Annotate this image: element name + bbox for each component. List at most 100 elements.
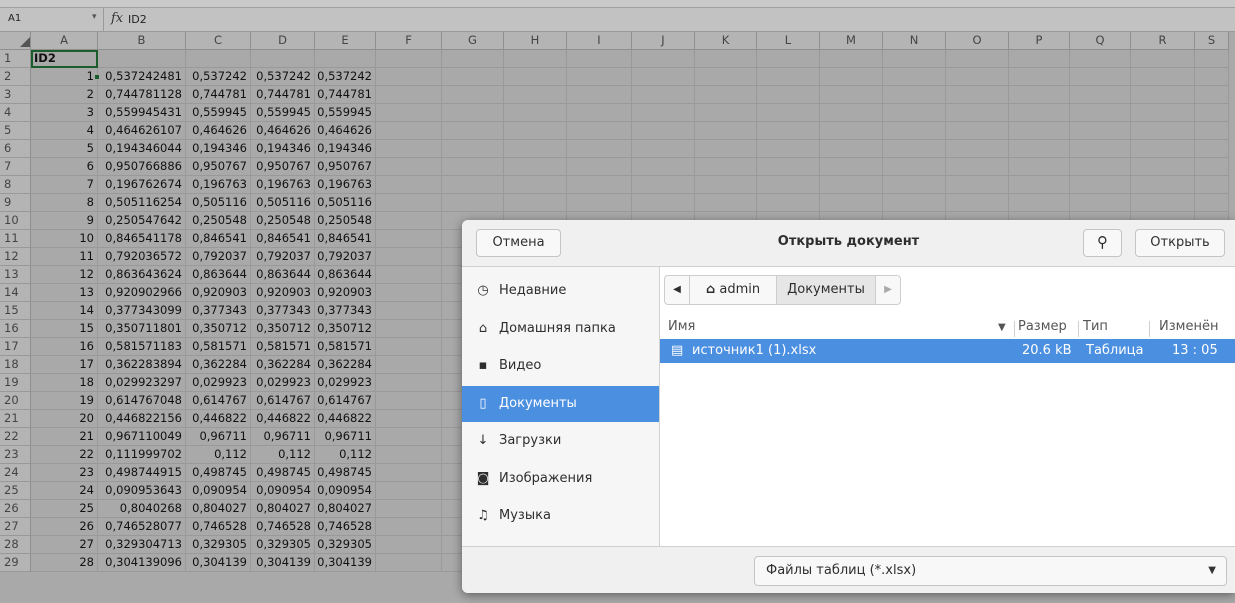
row-header[interactable]: 3 [0, 86, 31, 104]
cell[interactable] [376, 50, 442, 68]
cell-d[interactable]: 0,505116 [251, 194, 315, 212]
cell[interactable] [1131, 68, 1195, 86]
cell[interactable] [883, 68, 946, 86]
column-name[interactable]: Имя [668, 319, 695, 334]
cell[interactable] [376, 428, 442, 446]
cell-a[interactable]: 26 [31, 518, 98, 536]
cell[interactable] [1195, 140, 1229, 158]
cell[interactable] [442, 122, 504, 140]
cell[interactable] [1195, 50, 1229, 68]
cell[interactable] [820, 194, 883, 212]
cell[interactable] [946, 122, 1009, 140]
cell-b[interactable]: 0,8040268 [98, 500, 186, 518]
cell-a[interactable]: 24 [31, 482, 98, 500]
column-header-m[interactable]: M [820, 32, 883, 50]
row-header[interactable]: 19 [0, 374, 31, 392]
cell[interactable] [695, 68, 757, 86]
cell-d[interactable]: 0,614767 [251, 392, 315, 410]
cell[interactable] [376, 86, 442, 104]
column-header-h[interactable]: H [504, 32, 567, 50]
cell-c[interactable]: 0,112 [186, 446, 251, 464]
cell-c[interactable]: 0,350712 [186, 320, 251, 338]
cell-e[interactable]: 0,581571 [315, 338, 376, 356]
cell[interactable] [442, 140, 504, 158]
cell-b[interactable]: 0,792036572 [98, 248, 186, 266]
cell-d[interactable]: 0,029923 [251, 374, 315, 392]
cell-b[interactable]: 0,464626107 [98, 122, 186, 140]
cell-e[interactable]: 0,950767 [315, 158, 376, 176]
cell[interactable] [883, 104, 946, 122]
cell[interactable] [1009, 68, 1070, 86]
cell[interactable] [757, 50, 820, 68]
cell[interactable] [376, 356, 442, 374]
cell[interactable] [376, 464, 442, 482]
cell-d[interactable]: 0,537242 [251, 68, 315, 86]
cell-e[interactable]: 0,029923 [315, 374, 376, 392]
cell[interactable] [1195, 194, 1229, 212]
cell-d[interactable]: 0,194346 [251, 140, 315, 158]
cell[interactable] [946, 104, 1009, 122]
column-header-p[interactable]: P [1009, 32, 1070, 50]
cell-e[interactable]: 0,329305 [315, 536, 376, 554]
cell[interactable] [1070, 86, 1131, 104]
cell[interactable] [820, 122, 883, 140]
cell-d[interactable]: 0,950767 [251, 158, 315, 176]
cell-c[interactable]: 0,498745 [186, 464, 251, 482]
cell-e[interactable]: 0,792037 [315, 248, 376, 266]
cell-a[interactable]: 16 [31, 338, 98, 356]
cell-c[interactable]: 0,920903 [186, 284, 251, 302]
cell-b[interactable]: 0,194346044 [98, 140, 186, 158]
cell-e[interactable]: 0,505116 [315, 194, 376, 212]
cell[interactable] [820, 140, 883, 158]
cell[interactable] [1070, 176, 1131, 194]
cell-e[interactable]: 0,744781 [315, 86, 376, 104]
file-row[interactable]: ▤ источник1 (1).xlsx 20.6 kB Таблица 13 … [660, 339, 1235, 363]
cell-d[interactable]: 0,792037 [251, 248, 315, 266]
cell-c[interactable]: 0,304139 [186, 554, 251, 572]
row-header[interactable]: 20 [0, 392, 31, 410]
cell[interactable] [632, 50, 695, 68]
cell[interactable] [376, 392, 442, 410]
cell[interactable] [504, 140, 567, 158]
cell[interactable] [376, 104, 442, 122]
cell[interactable] [98, 50, 186, 68]
cell[interactable] [376, 266, 442, 284]
column-header-f[interactable]: F [376, 32, 442, 50]
cell-c[interactable]: 0,377343 [186, 302, 251, 320]
column-header-j[interactable]: J [632, 32, 695, 50]
cell-b[interactable]: 0,746528077 [98, 518, 186, 536]
column-header-s[interactable]: S [1195, 32, 1229, 50]
row-header[interactable]: 26 [0, 500, 31, 518]
column-header-o[interactable]: O [946, 32, 1009, 50]
search-button[interactable]: ⚲ [1083, 229, 1122, 257]
cell-b[interactable]: 0,559945431 [98, 104, 186, 122]
cell-e[interactable]: 0,464626 [315, 122, 376, 140]
cell[interactable] [1009, 86, 1070, 104]
row-header[interactable]: 5 [0, 122, 31, 140]
cell[interactable] [376, 68, 442, 86]
cell-e[interactable]: 0,863644 [315, 266, 376, 284]
cell[interactable] [695, 122, 757, 140]
cell[interactable] [695, 194, 757, 212]
cell[interactable] [820, 104, 883, 122]
cell-e[interactable]: 0,96711 [315, 428, 376, 446]
column-header-g[interactable]: G [442, 32, 504, 50]
name-box-dropdown-icon[interactable]: ▾ [92, 12, 97, 22]
row-header[interactable]: 9 [0, 194, 31, 212]
cell[interactable] [883, 122, 946, 140]
cell[interactable] [1009, 158, 1070, 176]
cell-d[interactable]: 0,250548 [251, 212, 315, 230]
cell-d[interactable]: 0,464626 [251, 122, 315, 140]
row-header[interactable]: 8 [0, 176, 31, 194]
cell-d[interactable]: 0,304139 [251, 554, 315, 572]
cell-b[interactable]: 0,350711801 [98, 320, 186, 338]
cell[interactable] [1070, 158, 1131, 176]
sidebar-item-5[interactable]: ◙ Изображения [462, 461, 659, 497]
column-header-q[interactable]: Q [1070, 32, 1131, 50]
cell[interactable] [1070, 140, 1131, 158]
cell-a[interactable]: 15 [31, 320, 98, 338]
cell-e[interactable]: 0,196763 [315, 176, 376, 194]
cell[interactable] [632, 194, 695, 212]
cell[interactable] [376, 302, 442, 320]
sidebar-item-2[interactable]: ▪ Видео [462, 348, 659, 384]
